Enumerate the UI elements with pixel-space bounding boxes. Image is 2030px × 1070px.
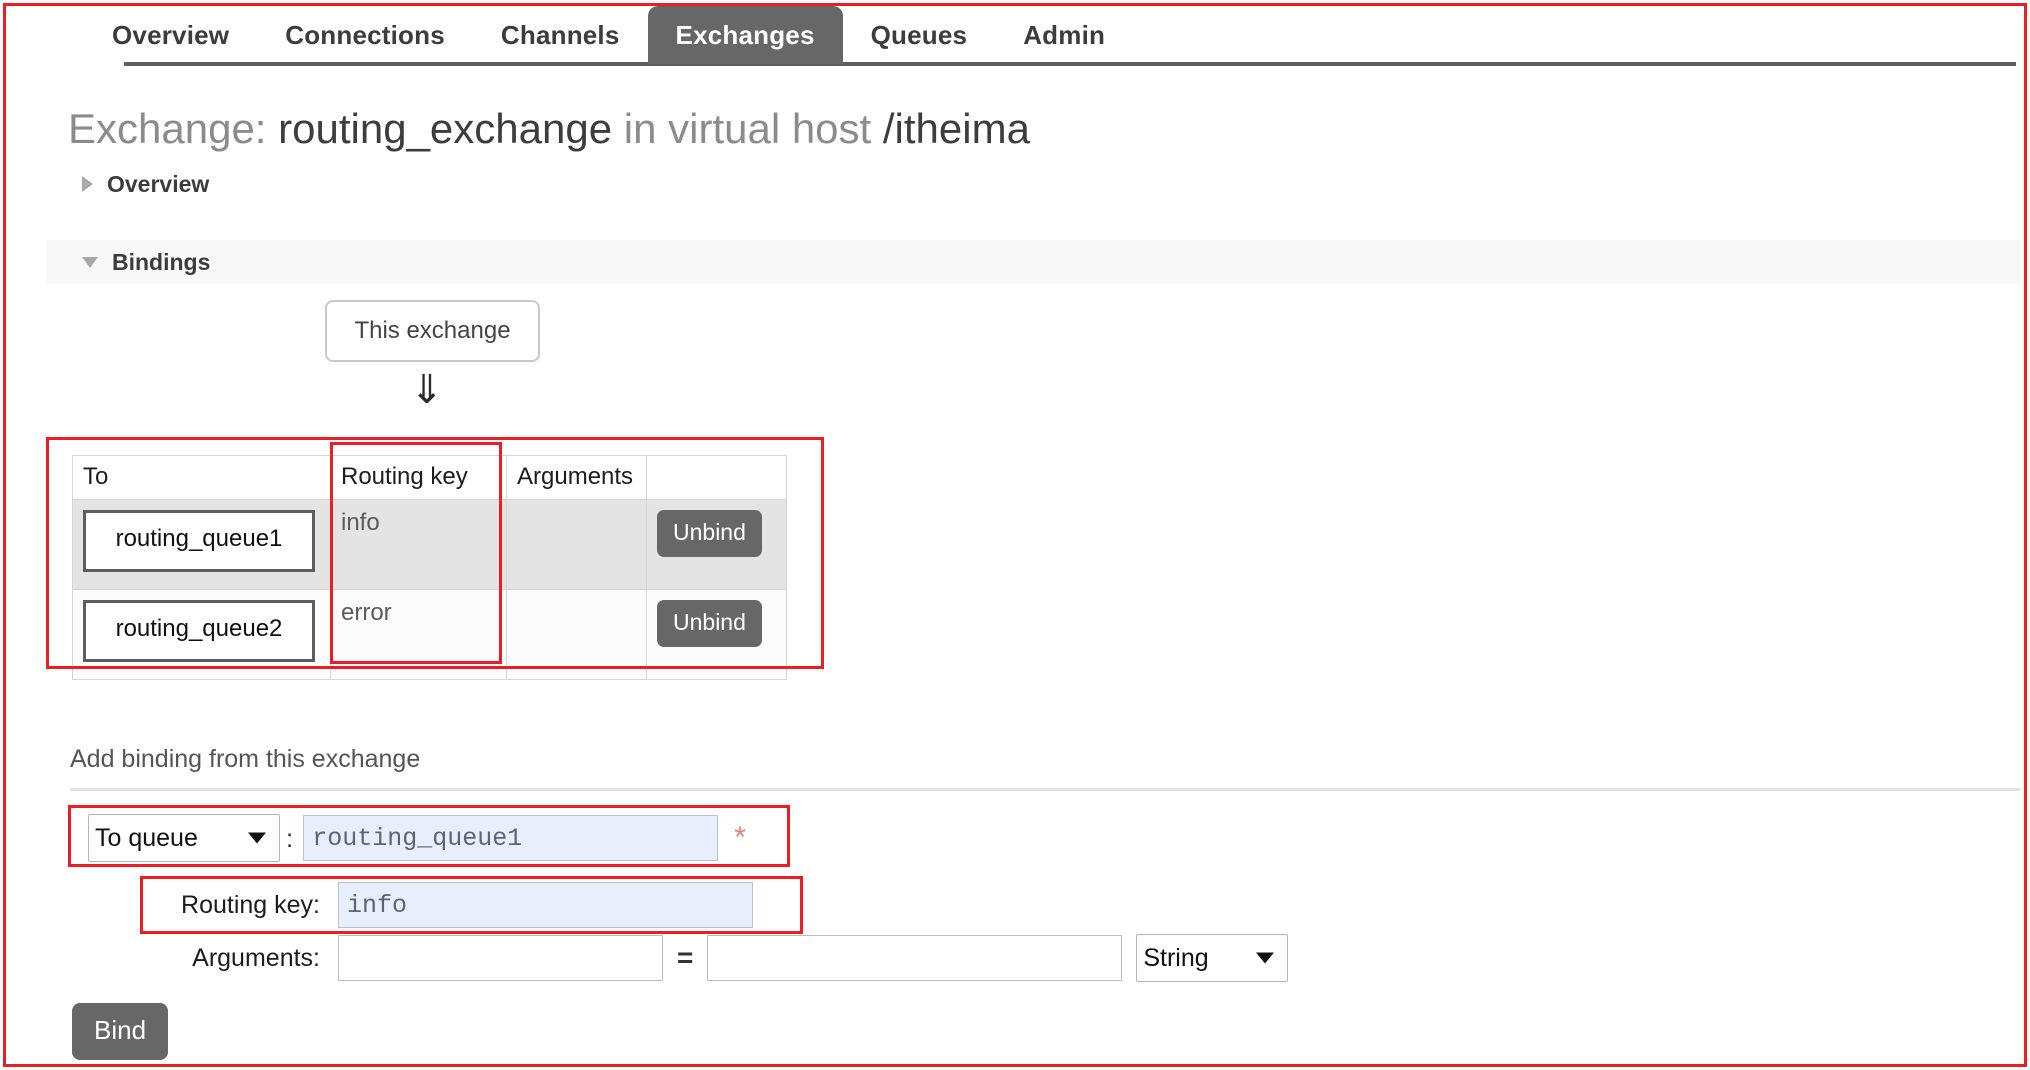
- section-header-overview[interactable]: Overview: [0, 165, 1990, 203]
- nav-tab-list: Overview Connections Channels Exchanges …: [84, 6, 1133, 64]
- argument-value-input[interactable]: [707, 935, 1123, 981]
- cell-routing-key: info: [330, 499, 507, 590]
- cell-action: Unbind: [646, 499, 787, 590]
- queue-link-routing-queue1[interactable]: routing_queue1: [83, 510, 315, 572]
- cell-arguments: [506, 589, 647, 680]
- destination-input[interactable]: [303, 815, 719, 861]
- section-label-overview: Overview: [107, 170, 210, 197]
- main-navigation: Overview Connections Channels Exchanges …: [0, 0, 2030, 68]
- page-title-prefix: Exchange:: [68, 105, 267, 152]
- cell-to: routing_queue2: [72, 589, 331, 680]
- bind-button[interactable]: Bind: [72, 1003, 169, 1060]
- argument-type-select[interactable]: String: [1136, 934, 1289, 982]
- routing-key-value: error: [341, 599, 392, 626]
- column-header-arguments: Arguments: [506, 455, 647, 500]
- tab-overview[interactable]: Overview: [84, 6, 257, 64]
- form-divider: [70, 788, 2020, 791]
- this-exchange-node[interactable]: This exchange: [325, 300, 540, 362]
- page-title-exchange-name: routing_exchange: [278, 105, 613, 152]
- tab-connections[interactable]: Connections: [257, 6, 473, 64]
- arguments-label: Arguments:: [192, 943, 320, 972]
- equals-sign: =: [677, 942, 694, 973]
- table-row: routing_queue1 info Unbind: [72, 499, 787, 590]
- table-header-row: To Routing key Arguments: [72, 455, 787, 500]
- bindings-table: To Routing key Arguments routing_queue1 …: [72, 455, 787, 680]
- cell-to: routing_queue1: [72, 499, 331, 590]
- routing-key-label: Routing key:: [181, 890, 320, 919]
- section-header-bindings[interactable]: Bindings: [46, 240, 2021, 284]
- this-exchange-label: This exchange: [354, 317, 511, 344]
- page-title: Exchange: routing_exchange in virtual ho…: [68, 105, 1030, 153]
- destination-colon: :: [286, 822, 294, 853]
- chevron-down-icon: [82, 256, 98, 268]
- page-title-middle: in virtual host: [623, 105, 872, 152]
- column-header-to: To: [72, 455, 331, 500]
- cell-routing-key: error: [330, 589, 507, 680]
- routing-key-value: info: [341, 509, 380, 536]
- cell-action: Unbind: [646, 589, 787, 680]
- required-marker: *: [734, 821, 746, 854]
- argument-key-input[interactable]: [338, 935, 663, 981]
- bindings-table-container: To Routing key Arguments routing_queue1 …: [72, 455, 787, 680]
- tab-exchanges[interactable]: Exchanges: [647, 6, 843, 64]
- add-binding-destination-row: To queue : *: [88, 814, 746, 862]
- chevron-right-icon: [82, 176, 93, 192]
- argument-type-select-wrapper: String: [1136, 934, 1289, 982]
- column-header-routing-key: Routing key: [330, 455, 507, 500]
- column-header-actions: [646, 455, 787, 500]
- unbind-button[interactable]: Unbind: [657, 600, 762, 647]
- unbind-button[interactable]: Unbind: [657, 510, 762, 557]
- add-binding-caption: Add binding from this exchange: [70, 745, 421, 773]
- rabbitmq-management-page: Overview Connections Channels Exchanges …: [0, 0, 2030, 1070]
- destination-type-select[interactable]: To queue: [88, 814, 280, 862]
- tab-channels[interactable]: Channels: [473, 6, 648, 64]
- table-row: routing_queue2 error Unbind: [72, 589, 787, 680]
- routing-key-input[interactable]: [338, 882, 753, 928]
- tab-admin[interactable]: Admin: [995, 6, 1133, 64]
- destination-type-select-wrapper: To queue: [88, 814, 280, 862]
- add-binding-arguments-row: Arguments: = String: [160, 934, 1289, 982]
- section-label-bindings: Bindings: [112, 248, 211, 275]
- page-title-vhost: /itheima: [882, 105, 1030, 152]
- add-binding-routing-key-row: Routing key:: [160, 882, 753, 928]
- cell-arguments: [506, 499, 647, 590]
- queue-link-routing-queue2[interactable]: routing_queue2: [83, 600, 315, 662]
- down-arrow-icon: ⇓: [410, 368, 444, 412]
- tab-queues[interactable]: Queues: [843, 6, 996, 64]
